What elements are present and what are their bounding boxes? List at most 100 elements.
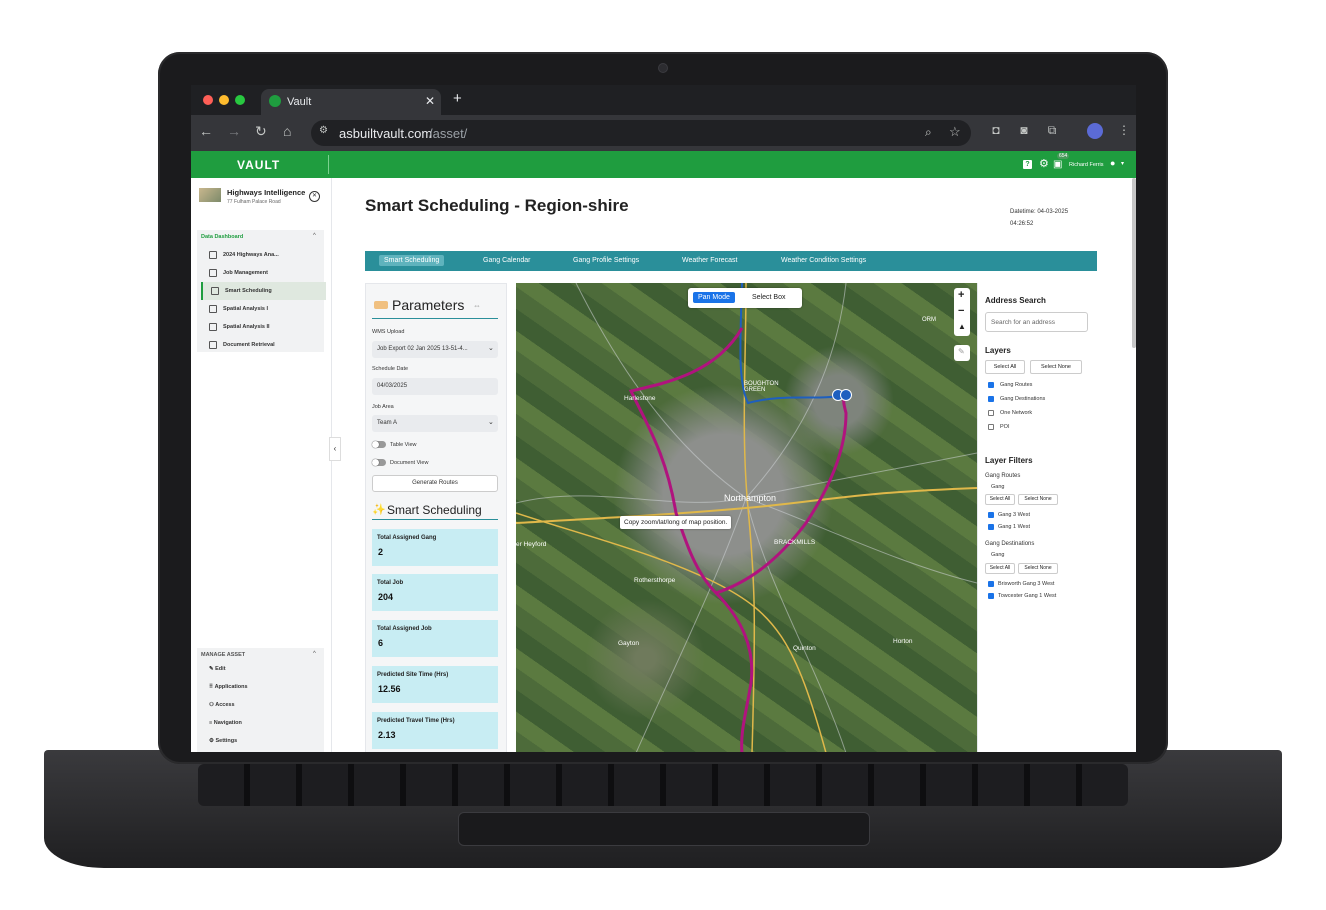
tab-weather-forecast[interactable]: Weather Forecast (682, 257, 738, 264)
layer-poi-checkbox[interactable] (988, 424, 994, 430)
parameters-title: Parameters (392, 297, 465, 313)
map-place-label: Horton (893, 638, 913, 645)
close-org-icon[interactable]: ✕ (309, 191, 320, 202)
address-bar[interactable]: ⚙ asbuiltvault.com /asset/ ⌕ ☆ (311, 120, 971, 146)
notifications-icon[interactable]: ▣ (1053, 159, 1062, 170)
destinations-select-all-button[interactable]: Select All (985, 563, 1015, 574)
destinations-select-none-button[interactable]: Select None (1018, 563, 1058, 574)
browser-tab[interactable]: Vault ✕ (261, 89, 441, 115)
select-box-button[interactable]: Select Box (752, 294, 785, 301)
profile-avatar[interactable] (1087, 123, 1103, 139)
extensions-icon[interactable]: ⧉ (1045, 123, 1059, 137)
browser-menu-icon[interactable]: ⋮ (1117, 123, 1131, 137)
back-icon[interactable]: ← (199, 123, 213, 139)
destination-filter-checkbox[interactable] (988, 581, 994, 587)
routes-select-none-button[interactable]: Select None (1018, 494, 1058, 505)
schedule-date-input[interactable]: 04/03/2025 (372, 378, 498, 395)
settings-gear-icon[interactable]: ⚙ (1039, 157, 1049, 170)
dashboard-icon (209, 251, 217, 259)
routes-select-all-button[interactable]: Select All (985, 494, 1015, 505)
manage-item-access[interactable]: ⚇ Access (209, 702, 235, 708)
forward-icon[interactable]: → (227, 123, 241, 139)
sidebar-item-highways-analysis[interactable]: 2024 Highways Ana... (201, 246, 324, 264)
route-filter-checkbox[interactable] (988, 524, 994, 530)
osm-label[interactable]: ORM (922, 317, 936, 323)
tab-weather-condition-settings[interactable]: Weather Condition Settings (781, 257, 866, 264)
layer-gang-routes-checkbox[interactable] (988, 382, 994, 388)
manage-item-edit[interactable]: ✎ Edit (209, 666, 226, 672)
manage-item-navigation[interactable]: ≡ Navigation (209, 720, 242, 726)
generate-routes-button[interactable]: Generate Routes (372, 475, 498, 492)
map-place-label: Rothersthorpe (634, 577, 676, 584)
sidebar-item-spatial-analysis-2[interactable]: Spatial Analysis II (201, 318, 324, 336)
sidebar-item-spatial-analysis-1[interactable]: Spatial Analysis I (201, 300, 324, 318)
map-place-label: BRACKMILLS (774, 539, 816, 546)
stat-label: Total Job (377, 580, 404, 586)
manage-asset-title[interactable]: MANAGE ASSET (201, 652, 245, 658)
maximize-window-button[interactable] (235, 95, 245, 105)
browser-toolbar: ← → ↻ ⌂ ⚙ asbuiltvault.com /asset/ ⌕ ☆ ◘… (191, 115, 1136, 151)
layer-one-network-checkbox[interactable] (988, 410, 994, 416)
pan-mode-button[interactable]: Pan Mode (693, 292, 735, 303)
page-scrollbar[interactable] (1132, 178, 1136, 348)
laptop-trackpad (458, 812, 870, 846)
url-host: asbuiltvault.com (339, 126, 433, 141)
gang-destination-marker[interactable] (840, 389, 852, 401)
sidebar-item-smart-scheduling[interactable]: Smart Scheduling (201, 282, 326, 300)
stat-predicted-travel-time: Predicted Travel Time (Hrs) 2.13 (372, 712, 498, 749)
user-icon[interactable]: ● (1110, 158, 1115, 168)
wms-upload-select[interactable]: Job Export 02 Jan 2025 13-51-4... ⌄ (372, 341, 498, 358)
stat-label: Total Assigned Job (377, 626, 432, 632)
new-tab-icon[interactable]: + (453, 90, 462, 107)
sidebar-item-job-management[interactable]: Job Management (201, 264, 324, 282)
tab-gang-profile-settings[interactable]: Gang Profile Settings (573, 257, 639, 264)
manage-item-settings[interactable]: ⚙ Settings (209, 738, 237, 744)
stat-predicted-site-time: Predicted Site Time (Hrs) 12.56 (372, 666, 498, 703)
destination-filter-checkbox[interactable] (988, 593, 994, 599)
tab-smart-scheduling[interactable]: Smart Scheduling (379, 255, 445, 266)
collapse-chevron-icon[interactable]: ^ (313, 233, 316, 239)
bitwarden-extension-icon[interactable]: ◘ (989, 123, 1003, 137)
user-name[interactable]: Richard Ferris (1069, 162, 1104, 168)
layer-gang-destinations-checkbox[interactable] (988, 396, 994, 402)
zoom-out-button[interactable]: − (958, 305, 964, 317)
home-icon[interactable]: ⌂ (283, 123, 291, 139)
user-menu-chevron-icon[interactable]: ▾ (1121, 160, 1124, 167)
table-view-toggle[interactable] (372, 441, 386, 448)
job-area-select[interactable]: Team A ⌄ (372, 415, 498, 432)
manage-item-applications[interactable]: ⠿ Applications (209, 684, 248, 690)
draw-tool-button[interactable]: ✎ (954, 345, 970, 361)
zoom-in-button[interactable]: + (958, 289, 964, 301)
close-window-button[interactable] (203, 95, 213, 105)
bookmark-star-icon[interactable]: ☆ (949, 124, 961, 140)
notifications-badge: 654 (1057, 153, 1070, 159)
help-icon[interactable]: ? (1023, 160, 1032, 169)
pencil-icon: ✎ (209, 666, 214, 672)
sidebar-item-label: Spatial Analysis II (223, 324, 270, 330)
minimize-window-button[interactable] (219, 95, 229, 105)
dashboard-icon (209, 341, 217, 349)
sidebar-item-label: Smart Scheduling (225, 288, 272, 294)
map[interactable]: Harlestone Northampton BOUGHTON GREEN Ro… (516, 283, 977, 752)
layers-select-none-button[interactable]: Select None (1030, 360, 1082, 374)
route-filter-checkbox[interactable] (988, 512, 994, 518)
sidebar-item-document-retrieval[interactable]: Document Retrieval (201, 336, 324, 354)
tab-gang-calendar[interactable]: Gang Calendar (483, 257, 530, 264)
reload-icon[interactable]: ↻ (255, 123, 267, 140)
address-search-input[interactable]: Search for an address (985, 312, 1088, 332)
layer-label: Gang Routes (1000, 382, 1033, 388)
camera-extension-icon[interactable]: ◙ (1017, 123, 1031, 137)
sidebar-collapse-toggle[interactable]: ‹ (329, 437, 341, 461)
data-dashboard-title[interactable]: Data Dashboard (201, 234, 243, 240)
zoom-icon[interactable]: ⌕ (925, 125, 932, 140)
vault-logo[interactable]: VAULT (237, 158, 280, 172)
map-place-label: Gayton (618, 640, 639, 647)
document-view-toggle[interactable] (372, 459, 386, 466)
wms-upload-value: Job Export 02 Jan 2025 13-51-4... (377, 346, 468, 352)
layers-select-all-button[interactable]: Select All (985, 360, 1025, 374)
site-info-icon[interactable]: ⚙ (319, 125, 328, 136)
table-view-label: Table View (390, 442, 417, 448)
close-tab-icon[interactable]: ✕ (425, 94, 435, 108)
compass-icon[interactable]: ▲ (958, 322, 966, 331)
collapse-chevron-icon[interactable]: ^ (313, 651, 316, 657)
